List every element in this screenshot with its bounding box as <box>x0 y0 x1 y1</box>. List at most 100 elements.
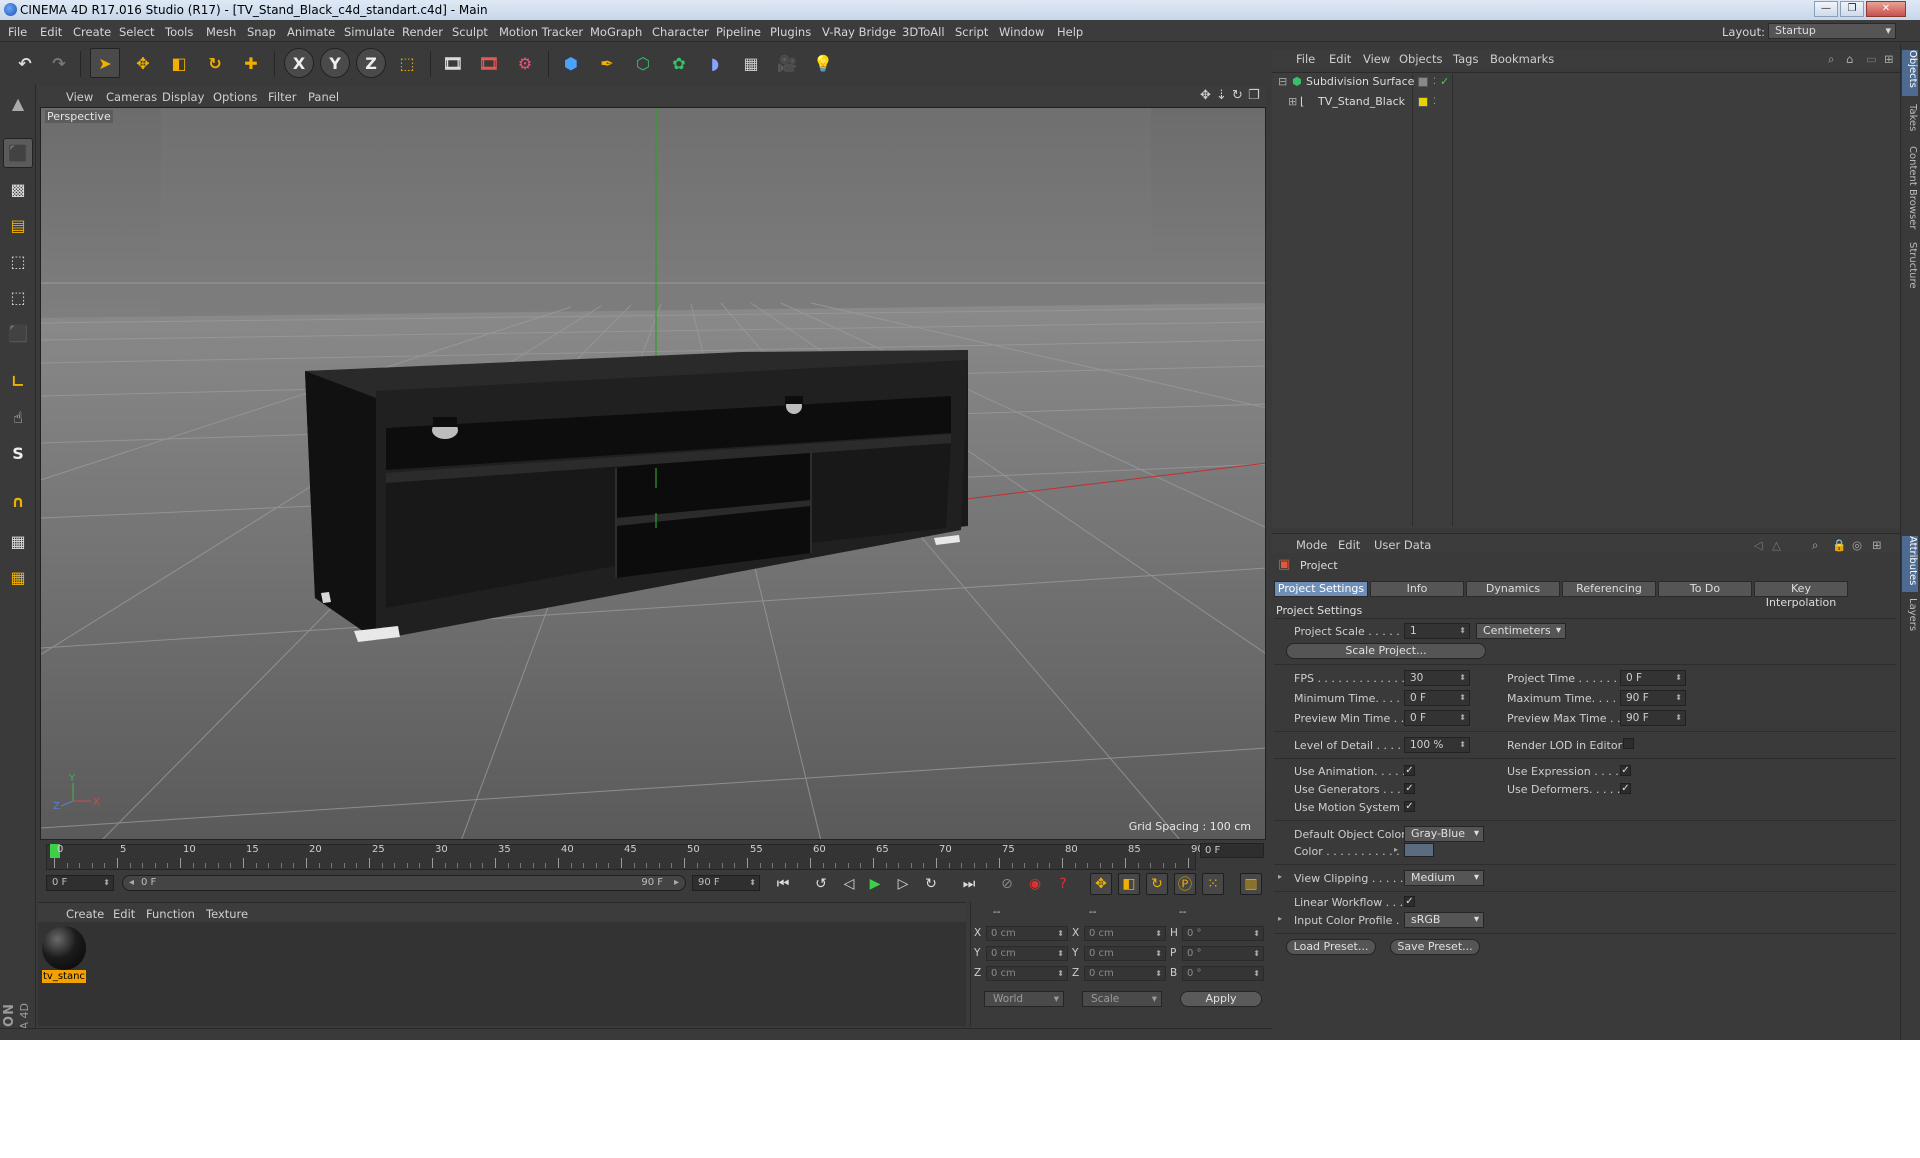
viewport-menu-view[interactable]: View <box>66 90 93 104</box>
coord-rotation-field[interactable]: 0 ° ⬍ <box>1182 926 1264 941</box>
coord-rotation-field[interactable]: 0 ° ⬍ <box>1182 966 1264 981</box>
perspective-viewport[interactable]: Y X Z Perspective Grid Spacing : 100 cm <box>40 107 1266 840</box>
minimize-button[interactable]: — <box>1814 1 1838 17</box>
key-pla-icon[interactable]: ⁙ <box>1202 873 1224 895</box>
vertical-tab-objects[interactable]: Objects <box>1902 50 1918 96</box>
preview-max-time-field[interactable]: 90 F ⬍ <box>1620 710 1686 726</box>
enabled-check-icon[interactable]: ✓ <box>1440 73 1449 91</box>
object-row-subdivision-surface[interactable]: ⊟ ⬢ Subdivision Surface ⁚ ✓ <box>1278 73 1898 91</box>
coord-position-field[interactable]: 0 cm ⬍ <box>986 926 1068 941</box>
use-animation-checkbox[interactable]: ✓ <box>1404 765 1415 776</box>
attribute-menu-edit[interactable]: Edit <box>1338 538 1360 552</box>
tab-to-do[interactable]: To Do <box>1658 581 1752 597</box>
menu-mograph[interactable]: MoGraph <box>590 25 642 39</box>
render-settings-icon[interactable]: ⚙ <box>510 48 540 78</box>
viewport-maximize-icon[interactable]: ❐ <box>1248 88 1260 103</box>
object-menu-edit[interactable]: Edit <box>1329 52 1351 66</box>
menu-script[interactable]: Script <box>955 25 988 39</box>
menu-simulate[interactable]: Simulate <box>344 25 395 39</box>
view-clipping-dropdown[interactable]: Medium <box>1404 870 1484 886</box>
layout-dropdown[interactable]: Startup ▾ <box>1768 23 1896 39</box>
go-to-end-icon[interactable]: ⏭ <box>958 873 980 895</box>
minimum-time-field[interactable]: 0 F ⬍ <box>1404 690 1470 706</box>
menu-pipeline[interactable]: Pipeline <box>716 25 761 39</box>
load-preset-button[interactable]: Load Preset... <box>1286 939 1376 955</box>
maximize-button[interactable]: ❐ <box>1840 1 1864 17</box>
object-name[interactable]: TV_Stand_Black <box>1318 93 1405 111</box>
size-mode-dropdown[interactable]: Scale ▾ <box>1082 991 1162 1007</box>
layer-color-swatch[interactable] <box>1418 77 1428 87</box>
attribute-menu-mode[interactable]: Mode <box>1296 538 1327 552</box>
menu-snap[interactable]: Snap <box>247 25 276 39</box>
coord-size-field[interactable]: 0 cm ⬍ <box>1084 926 1166 941</box>
range-right-arrow-icon[interactable]: ▸ <box>674 876 679 890</box>
material-menu-create[interactable]: Create <box>66 907 104 921</box>
make-editable-icon[interactable]: ▲ <box>3 88 33 118</box>
spinner-arrows-icon[interactable]: ⬍ <box>1253 967 1260 980</box>
tab-referencing[interactable]: Referencing <box>1562 581 1656 597</box>
level-of-detail-field[interactable]: 100 % ⬍ <box>1404 737 1470 753</box>
lock-workplane-icon[interactable]: ▦ <box>3 526 33 556</box>
material-menu-function[interactable]: Function <box>146 907 195 921</box>
edges-mode-icon[interactable]: ⬚ <box>3 282 33 312</box>
menu-file[interactable]: File <box>8 25 27 39</box>
polygons-mode-icon[interactable]: ⬛ <box>3 318 33 348</box>
new-window-icon[interactable]: ⊞ <box>1872 538 1882 552</box>
pen-spline-icon[interactable]: ✒ <box>592 48 622 78</box>
menu-tools[interactable]: Tools <box>165 25 193 39</box>
key-parameter-icon[interactable]: Ⓟ <box>1174 873 1196 895</box>
coord-position-field[interactable]: 0 cm ⬍ <box>986 946 1068 961</box>
vertical-tab-takes[interactable]: Takes <box>1902 104 1918 140</box>
tab-key-interpolation[interactable]: Key Interpolation <box>1754 581 1848 609</box>
object-menu-view[interactable]: View <box>1363 52 1390 66</box>
expand-panel-icon[interactable]: ⊞ <box>1884 52 1894 66</box>
points-mode-icon[interactable]: ⬚ <box>3 246 33 276</box>
key-scale-icon[interactable]: ◧ <box>1118 873 1140 895</box>
light-icon[interactable]: 💡 <box>808 48 838 78</box>
mograph-cloner-icon[interactable]: ✿ <box>664 48 694 78</box>
viewport-menu-display[interactable]: Display <box>162 90 204 104</box>
preview-min-time-field[interactable]: 0 F ⬍ <box>1404 710 1470 726</box>
search-icon[interactable]: ⌕ <box>1812 538 1818 553</box>
vertical-tab-content-browser[interactable]: Content Browser <box>1902 146 1918 236</box>
deformer-icon[interactable]: ◗ <box>700 48 730 78</box>
menu-character[interactable]: Character <box>652 25 709 39</box>
preview-range-slider[interactable]: ◂ 0 F 90 F ▸ <box>122 875 686 891</box>
use-deformers-checkbox[interactable]: ✓ <box>1620 783 1631 794</box>
material-preview-swatch[interactable] <box>42 926 86 970</box>
object-name[interactable]: Subdivision Surface <box>1306 73 1414 91</box>
cube-primitive-icon[interactable]: ⬢ <box>556 48 586 78</box>
expand-arrow-icon[interactable]: ▸ <box>1394 845 1398 854</box>
coord-size-field[interactable]: 0 cm ⬍ <box>1084 946 1166 961</box>
planar-workplane-icon[interactable]: ▦ <box>3 562 33 592</box>
object-menu-objects[interactable]: Objects <box>1399 52 1442 66</box>
menu-animate[interactable]: Animate <box>287 25 335 39</box>
render-to-picture-viewer-icon[interactable]: 🎞 <box>474 48 504 78</box>
expand-arrow-icon[interactable]: ▸ <box>1278 872 1282 881</box>
tab-dynamics[interactable]: Dynamics <box>1466 581 1560 597</box>
vertical-tab-attributes[interactable]: Attributes <box>1902 536 1918 592</box>
linear-workflow-checkbox[interactable]: ✓ <box>1404 896 1415 907</box>
collapse-icon[interactable]: ⊟ <box>1278 73 1287 91</box>
tab-project-settings[interactable]: Project Settings <box>1274 581 1368 597</box>
object-menu-bookmarks[interactable]: Bookmarks <box>1490 52 1554 66</box>
material-menu-edit[interactable]: Edit <box>113 907 135 921</box>
save-preset-button[interactable]: Save Preset... <box>1390 939 1480 955</box>
snap-button[interactable]: S <box>3 438 33 468</box>
scale-project-button[interactable]: Scale Project... <box>1286 643 1486 659</box>
coord-position-field[interactable]: 0 cm ⬍ <box>986 966 1068 981</box>
material-manager-area[interactable] <box>38 922 966 1026</box>
rotate-tool-icon[interactable]: ↻ <box>200 48 230 78</box>
model-mode-icon[interactable]: ⬛ <box>3 138 33 168</box>
key-position-icon[interactable]: ✥ <box>1090 873 1112 895</box>
menu-edit[interactable]: Edit <box>40 25 62 39</box>
spinner-arrows-icon[interactable]: ⬍ <box>1155 967 1162 980</box>
project-scale-unit-dropdown[interactable]: Centimeters <box>1476 623 1566 639</box>
undo-icon[interactable]: ↶ <box>10 48 40 78</box>
project-scale-field[interactable]: 1 ⬍ <box>1404 623 1470 639</box>
layer-color-swatch[interactable] <box>1418 97 1428 107</box>
visibility-dots-icon[interactable]: ⁚ <box>1433 93 1436 111</box>
previous-key-icon[interactable]: ↺ <box>810 873 832 895</box>
scale-tool-icon[interactable]: ◧ <box>164 48 194 78</box>
viewport-menu-panel[interactable]: Panel <box>308 90 339 104</box>
